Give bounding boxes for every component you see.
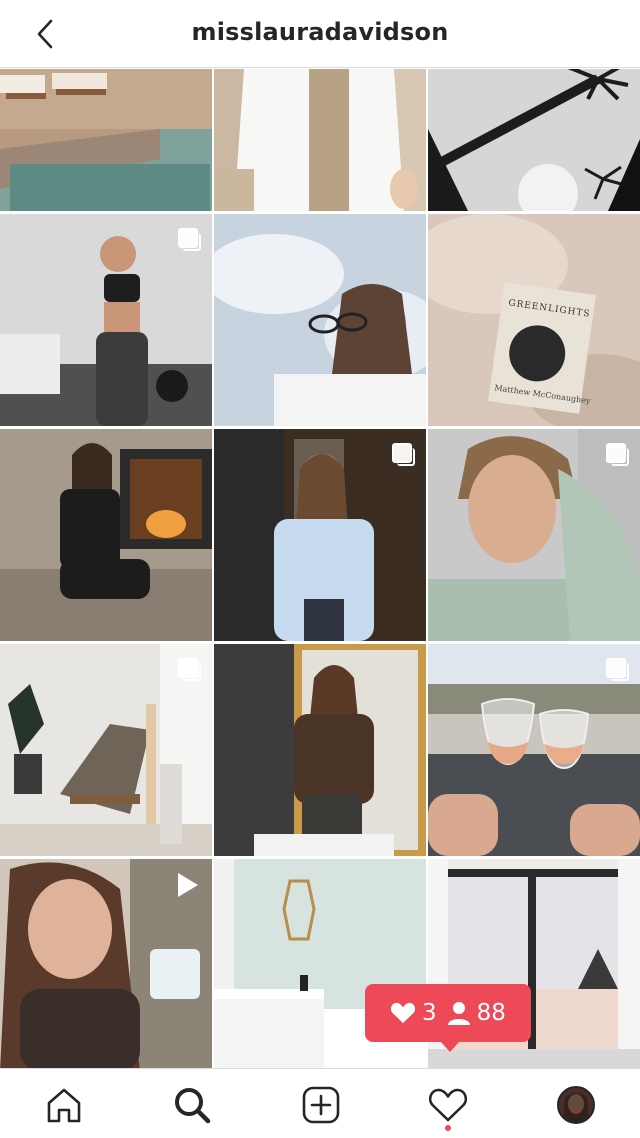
tab-new-post[interactable]: [299, 1083, 343, 1127]
multiple-photos-icon: [178, 658, 201, 681]
post-spa-pool[interactable]: [0, 69, 212, 211]
post-fireplace[interactable]: [0, 429, 212, 641]
likes-count: 3: [422, 1000, 437, 1026]
person-icon: [447, 1002, 470, 1025]
multiple-photos-icon: [606, 443, 629, 466]
notification-dot: [445, 1125, 451, 1131]
heart-icon: [428, 1088, 468, 1122]
top-bar: misslauradavidson: [0, 0, 640, 68]
post-gym-selfie[interactable]: [0, 214, 212, 426]
post-sunglasses-sky[interactable]: [214, 214, 426, 426]
post-wine-toast[interactable]: [428, 644, 640, 856]
activity-popup[interactable]: 3 88: [365, 984, 531, 1052]
followers-count-group: 88: [447, 1000, 506, 1026]
tab-search[interactable]: [170, 1083, 214, 1127]
post-greenlights-book[interactable]: GREENLIGHTS Matthew McConaughey: [428, 214, 640, 426]
post-grid: GREENLIGHTS Matthew McConaughey: [0, 69, 640, 1068]
post-palm-trees[interactable]: [428, 69, 640, 211]
post-white-shirt[interactable]: [214, 69, 426, 211]
tab-home[interactable]: [42, 1083, 86, 1127]
profile-username: misslauradavidson: [191, 18, 449, 46]
multiple-photos-icon: [392, 443, 415, 466]
post-mirror-selfie[interactable]: [214, 644, 426, 856]
post-green-sweatshirt[interactable]: [428, 429, 640, 641]
multiple-photos-icon: [178, 228, 201, 251]
home-icon: [47, 1088, 81, 1123]
search-icon: [175, 1088, 211, 1124]
multiple-photos-icon: [606, 658, 629, 681]
post-outdoor-coffee[interactable]: [0, 859, 212, 1068]
post-blue-shirt[interactable]: [214, 429, 426, 641]
followers-count: 88: [476, 1000, 506, 1026]
profile-avatar: [557, 1086, 595, 1124]
post-living-room-chair[interactable]: [0, 644, 212, 856]
bottom-tab-bar: [0, 1068, 640, 1138]
tab-profile[interactable]: [554, 1083, 598, 1127]
likes-count-group: 3: [390, 1000, 437, 1026]
new-post-icon: [302, 1086, 340, 1124]
heart-filled-icon: [391, 1002, 416, 1023]
video-icon: [178, 873, 198, 897]
tab-activity[interactable]: [426, 1083, 470, 1127]
